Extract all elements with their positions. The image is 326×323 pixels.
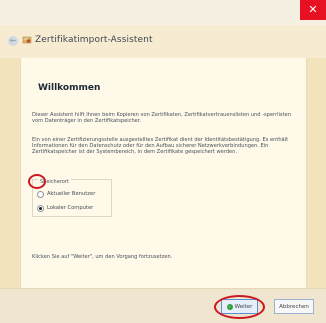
wizard-button-bar: ✓ Weiter Abbrechen xyxy=(0,288,326,323)
storage-option-current-user[interactable]: Aktueller Benutzer xyxy=(37,190,95,198)
storage-option-local-computer[interactable]: Lokaler Computer xyxy=(37,204,93,212)
storage-option-label: Lokaler Computer xyxy=(47,205,94,211)
next-button-label: Weiter xyxy=(234,303,253,310)
next-button[interactable]: ✓ Weiter xyxy=(221,299,258,314)
close-icon: ✕ xyxy=(308,3,318,16)
page-heading: Willkommen xyxy=(38,83,101,93)
wizard-content-panel: Willkommen Dieser Assistent hilft Ihnen … xyxy=(20,58,307,288)
radio-button[interactable] xyxy=(37,190,44,198)
storage-location-label: Speicherort xyxy=(38,179,71,185)
window-title: Zertifikatimport-Assistent xyxy=(35,35,153,45)
radio-button-selected[interactable] xyxy=(37,204,44,212)
cancel-button[interactable]: Abbrechen xyxy=(274,299,314,314)
intro-text: Dieser Assistent hilft Ihnen beim Kopier… xyxy=(32,112,291,125)
certificate-import-wizard-window: ✕ ← Zertifikatimport-Assistent Willkomme… xyxy=(0,0,326,323)
wizard-title-bar: ← Zertifikatimport-Assistent xyxy=(0,25,326,58)
shield-icon: ✓ xyxy=(226,303,233,310)
explanation-text: Ein von einer Zertifizierungsstelle ausg… xyxy=(32,137,289,156)
window-top-bar: ✕ xyxy=(0,0,326,25)
storage-location-group: Speicherort Aktueller Benutzer Lokaler C… xyxy=(32,179,112,217)
cancel-button-label: Abbrechen xyxy=(279,303,309,310)
storage-option-label: Aktueller Benutzer xyxy=(47,191,96,197)
continue-hint: Klicken Sie auf "Weiter", um den Vorgang… xyxy=(32,254,173,260)
close-button[interactable]: ✕ xyxy=(300,0,326,20)
certificate-icon xyxy=(22,36,32,44)
back-arrow-icon[interactable]: ← xyxy=(8,36,18,46)
